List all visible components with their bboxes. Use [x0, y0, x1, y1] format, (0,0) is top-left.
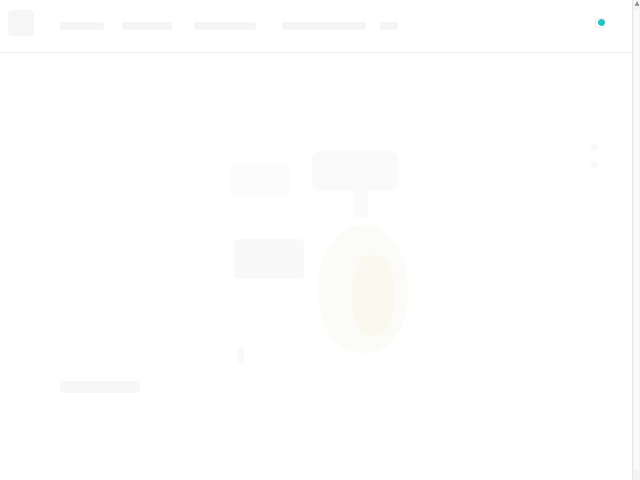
nav-item-2[interactable] [122, 22, 172, 30]
hero-wordmark [234, 239, 304, 279]
site-header [0, 0, 632, 53]
mascot-shade [352, 255, 394, 335]
scroll-thumb[interactable] [634, 10, 639, 470]
vertical-scrollbar[interactable]: ▲ [632, 0, 640, 480]
hero-illustration [230, 151, 410, 411]
nav-item-5[interactable] [380, 22, 398, 30]
small-mark [238, 347, 244, 363]
hero-dot[interactable] [590, 143, 598, 151]
hero-dots [586, 139, 604, 179]
nav-item-3[interactable] [194, 22, 256, 30]
brand-logo-icon[interactable] [8, 10, 34, 36]
mascot-illustration [318, 225, 408, 353]
hero-section [0, 53, 632, 480]
badge-right [312, 151, 398, 191]
nav-item-4[interactable] [282, 22, 366, 30]
badge-tail [354, 191, 368, 217]
cart-button[interactable] [592, 14, 610, 32]
hero-dot[interactable] [590, 161, 598, 169]
cart-badge [598, 19, 605, 26]
cta-button[interactable] [60, 381, 140, 393]
nav-item-1[interactable] [60, 22, 104, 30]
chevron-up-icon[interactable]: ▲ [634, 1, 640, 7]
badge-left [230, 163, 290, 197]
